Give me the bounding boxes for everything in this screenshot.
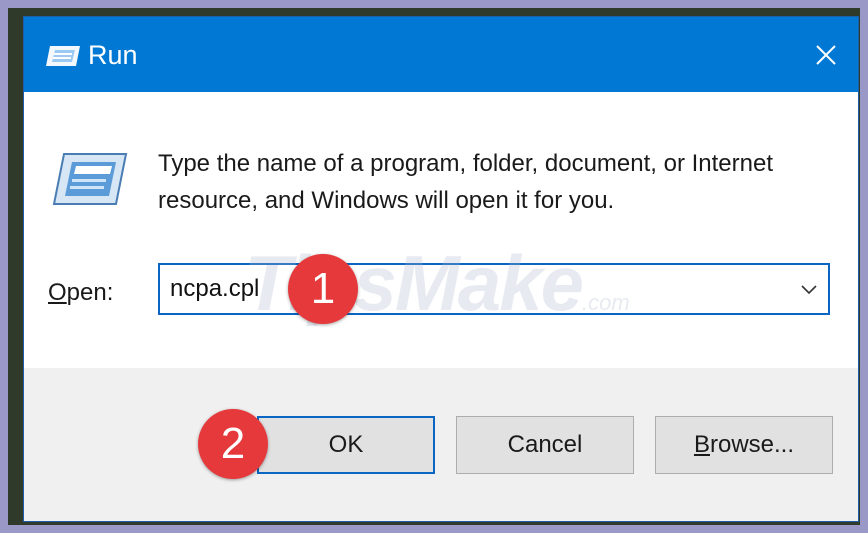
ok-button[interactable]: OK [257,416,435,474]
title-bar[interactable]: Run [24,17,858,92]
run-icon [46,46,80,66]
window-title: Run [88,40,138,70]
browse-button[interactable]: Browse... [655,416,833,474]
chevron-down-icon[interactable] [800,282,818,296]
open-label-rest: pen: [66,279,114,306]
run-program-icon [52,153,128,205]
watermark-suffix: .com [582,290,630,315]
browse-label-rest: rowse... [709,431,795,458]
run-dialog: Run Type the name of a program, folder, … [24,17,858,521]
close-button[interactable] [794,17,858,92]
dialog-description: Type the name of a program, folder, docu… [158,150,774,214]
close-icon [816,44,836,65]
open-label: Open: [48,278,113,308]
step-badge-1: 1 [288,254,358,324]
cancel-button[interactable]: Cancel [456,416,634,474]
browse-access-key: B [693,431,710,458]
step-badge-2: 2 [198,409,268,479]
open-label-access-key: O [48,279,67,306]
